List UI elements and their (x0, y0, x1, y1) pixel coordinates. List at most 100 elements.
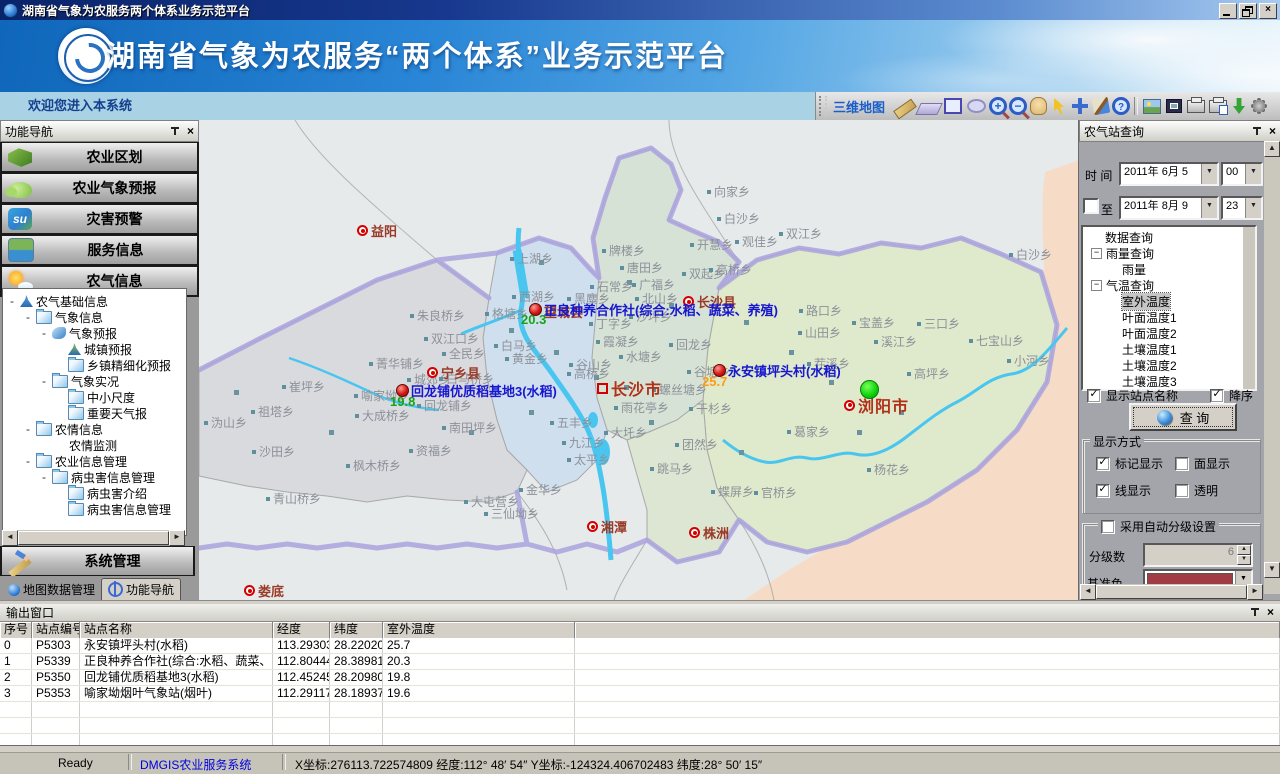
city-label[interactable]: 益阳 (357, 221, 397, 240)
close-icon[interactable]: × (1267, 607, 1274, 618)
display-option-checkbox[interactable]: ✓ (1096, 484, 1110, 498)
query-tree-item[interactable]: 叶面温度1 (1083, 309, 1255, 325)
measure-icon[interactable] (893, 99, 917, 120)
tree-item[interactable]: 病虫害介绍 (3, 485, 186, 501)
scroll-right-icon[interactable]: ► (1247, 584, 1263, 600)
scroll-up-icon[interactable]: ▲ (1264, 141, 1280, 157)
chevron-down-icon[interactable]: ▼ (1245, 198, 1261, 218)
accordion-agri-zoning[interactable]: 农业区划 (0, 142, 199, 173)
tree-item[interactable]: 农情监测 (3, 437, 186, 453)
start-hour-combo[interactable]: 00 ▼ (1221, 162, 1263, 186)
tree-item[interactable]: 城镇预报 (3, 341, 186, 357)
chevron-down-icon[interactable]: ▼ (1201, 198, 1217, 218)
zoom-out-icon[interactable] (1009, 97, 1027, 115)
scroll-thumb[interactable] (1096, 585, 1247, 599)
tab-地图数据管理[interactable]: 地图数据管理 (2, 579, 101, 600)
close-icon[interactable]: × (187, 126, 194, 137)
print-icon[interactable] (1187, 100, 1205, 113)
download-icon[interactable] (1233, 98, 1245, 114)
tree-toggle-icon[interactable]: − (1091, 248, 1102, 259)
panel-hscrollbar[interactable]: ◄ ► (1080, 584, 1263, 598)
tree-item[interactable]: 病虫害信息管理 (3, 501, 186, 517)
scroll-left-icon[interactable]: ◄ (1080, 584, 1096, 600)
overview-icon[interactable] (1166, 99, 1182, 113)
rectangle-icon[interactable] (944, 98, 962, 114)
scroll-thumb[interactable] (18, 531, 169, 545)
column-header[interactable]: 站点名称 (80, 622, 273, 638)
tree-item[interactable]: 乡镇精细化预报 (3, 357, 186, 373)
pin-icon[interactable] (1252, 126, 1262, 137)
accordion-agri-weather-forecast[interactable]: 农业气象预报 (0, 173, 199, 204)
tree-item[interactable]: -气象预报 (3, 325, 186, 341)
city-label[interactable]: 长沙市 (597, 376, 662, 400)
accordion-disaster-warning[interactable]: 灾害预警 (0, 204, 199, 235)
display-option-checkbox[interactable] (1175, 457, 1189, 471)
panel-vscrollbar[interactable]: ▲ ▼ (1264, 141, 1280, 594)
station-label[interactable]: 回龙铺优质稻基地3(水稻) (396, 381, 557, 400)
tree-item[interactable]: 重要天气报 (3, 405, 186, 421)
select-icon[interactable] (1052, 98, 1066, 114)
tree-toggle[interactable]: - (39, 326, 49, 340)
minimize-button[interactable] (1219, 3, 1237, 19)
column-header[interactable]: 纬度 (330, 622, 383, 638)
start-date-combo[interactable]: 2011年 6月 5 ▼ (1119, 162, 1219, 186)
settings-icon[interactable] (1253, 100, 1265, 112)
chevron-down-icon[interactable]: ▼ (1201, 164, 1217, 184)
scroll-down-icon[interactable]: ▼ (1264, 562, 1280, 578)
tree-toggle[interactable]: - (7, 294, 17, 308)
tree-toggle[interactable]: - (23, 310, 33, 324)
query-button[interactable]: 查 询 (1129, 403, 1237, 431)
close-icon[interactable]: × (1269, 126, 1276, 137)
query-tree-item[interactable]: 土壤温度2 (1083, 357, 1255, 373)
end-hour-combo[interactable]: 23 ▼ (1221, 196, 1263, 220)
ellipse-icon[interactable] (967, 99, 986, 113)
scroll-right-icon[interactable]: ► (169, 530, 185, 546)
display-option-checkbox[interactable] (1175, 484, 1189, 498)
city-label[interactable]: 宁乡县 (427, 363, 480, 382)
tree-item[interactable]: -农情信息 (3, 421, 186, 437)
accordion-service-info[interactable]: 服务信息 (0, 235, 199, 266)
zoom-in-icon[interactable] (989, 97, 1007, 115)
tree-toggle[interactable]: - (39, 374, 49, 388)
desc-checkbox[interactable]: ✓ (1210, 389, 1224, 403)
query-tree-vscrollbar[interactable] (1243, 227, 1255, 389)
toolbar-grip[interactable] (819, 96, 827, 116)
tree-item[interactable]: -农业信息管理 (3, 453, 186, 469)
column-header[interactable]: 经度 (273, 622, 330, 638)
print-preview-icon[interactable] (1209, 100, 1227, 113)
city-label[interactable]: 浏阳市 (844, 393, 909, 417)
eraser-icon[interactable] (915, 103, 943, 115)
tree-item[interactable]: 中小尺度 (3, 389, 186, 405)
map-view[interactable]: 向家乡白沙乡开慧乡观佳乡双江乡牌楼乡唐田乡石常乡广福乡黑麋乡北山乡双起乡高桥乡上… (199, 120, 1078, 600)
tree-toggle[interactable]: - (39, 470, 49, 484)
tree-toggle[interactable]: - (23, 454, 33, 468)
status-app-link[interactable]: DMGIS农业服务系统 (140, 756, 251, 773)
station-label[interactable]: 永安镇坪头村(水稻) (713, 361, 841, 380)
pin-icon[interactable] (170, 126, 180, 137)
pan-icon[interactable] (1030, 97, 1047, 115)
identify-icon[interactable] (1112, 97, 1130, 115)
station-label[interactable]: 正良种养合作社(综合:水稻、蔬菜、养殖) (529, 300, 778, 319)
table-row[interactable]: 1P5339正良种养合作社(综合:水稻、蔬菜、养殖)112.80444128.3… (0, 654, 1280, 670)
show-station-checkbox[interactable]: ✓ (1087, 389, 1101, 403)
pin-icon[interactable] (1250, 607, 1260, 618)
query-tree-item[interactable]: 数据查询 (1083, 229, 1255, 245)
to-checkbox[interactable] (1083, 198, 1099, 214)
tree-item[interactable]: -病虫害信息管理 (3, 469, 186, 485)
tree-item[interactable]: -气象信息 (3, 309, 186, 325)
tree-item[interactable]: -气象实况 (3, 373, 186, 389)
tree-hscrollbar[interactable]: ◄ ► (2, 530, 185, 544)
city-label[interactable]: 娄底 (244, 581, 284, 600)
grade-count-spinner[interactable]: 6 ▲▼ (1143, 543, 1253, 567)
scroll-left-icon[interactable]: ◄ (2, 530, 18, 546)
end-date-combo[interactable]: 2011年 8月 9 ▼ (1119, 196, 1219, 220)
table-row[interactable]: 3P5353喻家坳烟叶气象站(烟叶)112.29117428.18937819.… (0, 686, 1280, 702)
3d-map-button[interactable]: 三维地图 (833, 97, 885, 116)
city-label[interactable]: 株洲 (689, 523, 729, 542)
auto-grade-checkbox[interactable] (1101, 520, 1115, 534)
move-icon[interactable] (1070, 96, 1090, 116)
image-export-icon[interactable] (1143, 99, 1161, 114)
spin-up-icon[interactable]: ▲ (1237, 545, 1251, 555)
column-header[interactable]: 室外温度 (383, 622, 575, 638)
query-tree-item[interactable]: −气温查询 (1083, 277, 1255, 293)
